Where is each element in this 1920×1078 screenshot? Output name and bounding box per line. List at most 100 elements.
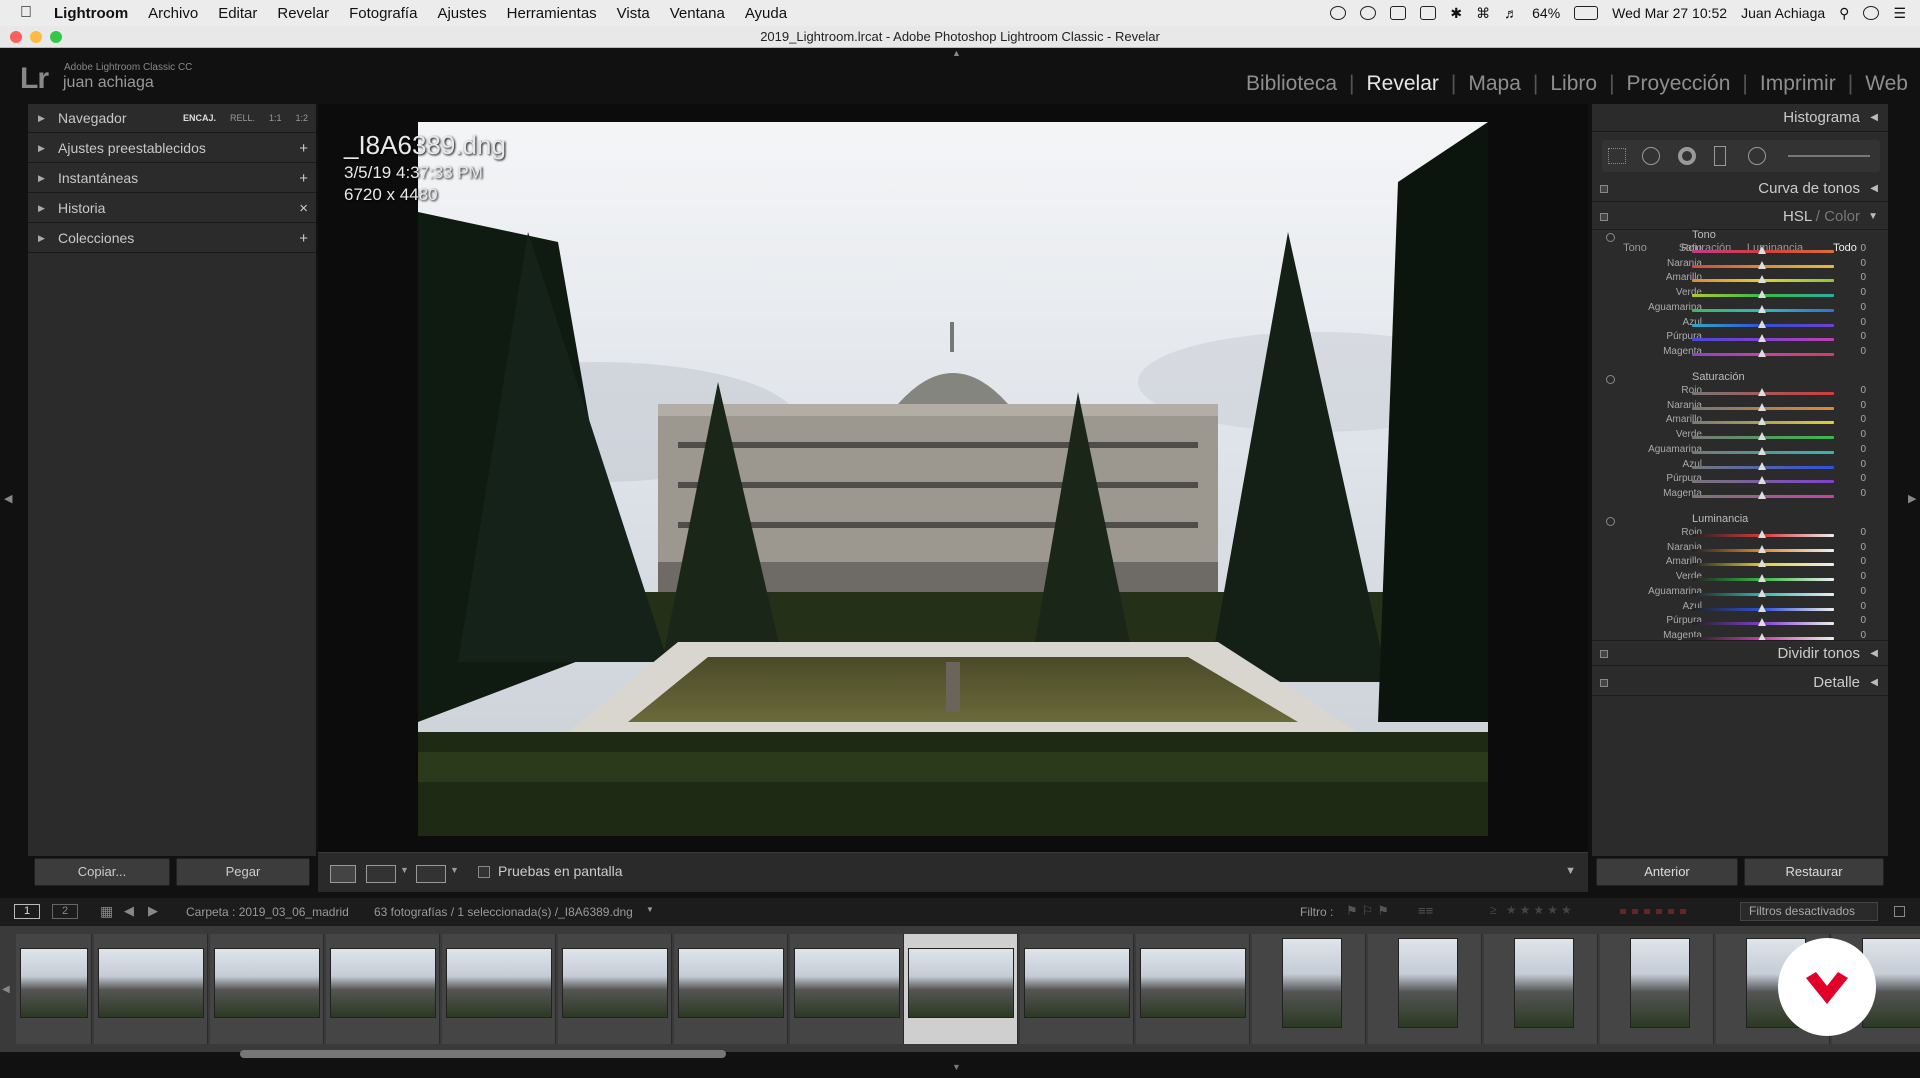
top-panel-toggle-icon[interactable]: ▲	[952, 48, 961, 58]
slider-value[interactable]: 0	[1846, 615, 1866, 626]
filmstrip-thumbnail[interactable]	[210, 934, 324, 1044]
slider-thumb[interactable]	[1758, 544, 1766, 553]
before-after-icon[interactable]	[416, 865, 446, 883]
zoom-1-2-option[interactable]: 1:2	[295, 104, 308, 133]
filmstrip-thumbnail[interactable]	[1368, 934, 1482, 1044]
hsl-color-header[interactable]: HSL / Color ▼	[1592, 204, 1888, 230]
slider-thumb[interactable]	[1758, 603, 1766, 612]
soft-proofing-checkbox[interactable]	[478, 866, 490, 878]
flag-filter-icons[interactable]: ⚑⚐⚑	[1346, 903, 1393, 919]
crop-tool-icon[interactable]	[1608, 148, 1626, 164]
zoom-fit-option[interactable]: ENCAJ.	[183, 104, 216, 133]
tone-curve-header[interactable]: Curva de tonos ◀	[1592, 176, 1888, 202]
module-libro[interactable]: Libro	[1538, 72, 1609, 96]
module-revelar[interactable]: Revelar	[1355, 72, 1451, 96]
panel-toggle-switch[interactable]	[1600, 185, 1608, 193]
filmstrip-thumbnail[interactable]	[904, 934, 1018, 1044]
slider-value[interactable]: 0	[1846, 556, 1866, 567]
slider-value[interactable]: 0	[1846, 385, 1866, 396]
filmstrip-thumbnail[interactable]	[674, 934, 788, 1044]
target-adjust-icon[interactable]	[1606, 375, 1615, 384]
spot-removal-icon[interactable]	[1642, 147, 1660, 165]
filmstrip-left-arrow-icon[interactable]: ◀	[2, 984, 10, 995]
forward-arrow-icon[interactable]: ▶	[148, 903, 158, 919]
volume-icon[interactable]: ♬	[1504, 5, 1518, 21]
filmstrip-thumbnail[interactable]	[442, 934, 556, 1044]
panel-toggle-switch[interactable]	[1600, 679, 1608, 687]
add-collection-icon[interactable]: +	[299, 224, 308, 253]
rating-filter-stars[interactable]: ≥ ★★★★★	[1490, 903, 1575, 917]
menu-lightroom[interactable]: Lightroom	[54, 5, 128, 22]
close-window-button[interactable]	[10, 31, 22, 43]
battery-percent[interactable]: 64%	[1532, 5, 1560, 21]
filmstrip-thumbnail[interactable]	[16, 934, 92, 1044]
menu-herramientas[interactable]: Herramientas	[507, 5, 597, 22]
right-panel-toggle-icon[interactable]: ▶	[1908, 492, 1916, 505]
slider-thumb[interactable]	[1758, 260, 1766, 269]
slider-value[interactable]: 0	[1846, 429, 1866, 440]
slider-value[interactable]: 0	[1846, 346, 1866, 357]
slider-value[interactable]: 0	[1846, 287, 1866, 298]
panel-toggle-switch[interactable]	[1600, 213, 1608, 221]
menu-editar[interactable]: Editar	[218, 5, 257, 22]
siri-icon[interactable]	[1863, 6, 1880, 20]
copy-settings-button[interactable]: Copiar...	[34, 858, 170, 886]
split-toning-header[interactable]: Dividir tonos ◀	[1592, 640, 1888, 666]
toolbar-menu-chevron-icon[interactable]: ▼	[1565, 865, 1576, 877]
slider-thumb[interactable]	[1758, 388, 1766, 396]
clock[interactable]: Wed Mar 27 10:52	[1612, 5, 1727, 21]
filmstrip-thumbnail[interactable]	[1252, 934, 1366, 1044]
slider-thumb[interactable]	[1758, 275, 1766, 284]
loupe-view-icon[interactable]	[330, 865, 356, 883]
paste-settings-button[interactable]: Pegar	[176, 858, 310, 886]
slider-thumb[interactable]	[1758, 334, 1766, 343]
menu-revelar[interactable]: Revelar	[277, 5, 329, 22]
photo-count[interactable]: 63 fotografías / 1 seleccionada(s) /_I8A…	[374, 905, 633, 919]
clear-history-icon[interactable]: ×	[299, 194, 308, 223]
slider-thumb[interactable]	[1758, 574, 1766, 583]
bottom-panel-toggle-icon[interactable]: ▼	[952, 1062, 961, 1072]
previous-button[interactable]: Anterior	[1596, 858, 1738, 886]
back-arrow-icon[interactable]: ◀	[124, 903, 134, 919]
slider-value[interactable]: 0	[1846, 331, 1866, 342]
chevron-down-icon[interactable]: ▼	[646, 905, 654, 914]
radial-filter-icon[interactable]	[1748, 147, 1766, 165]
filmstrip-thumbnail[interactable]	[326, 934, 440, 1044]
slider-thumb[interactable]	[1758, 402, 1766, 411]
filmstrip-thumbnail[interactable]	[1020, 934, 1134, 1044]
chevron-down-icon[interactable]: ▼	[400, 865, 409, 875]
slider-value[interactable]: 0	[1846, 302, 1866, 313]
module-web[interactable]: Web	[1853, 72, 1920, 96]
menu-ajustes[interactable]: Ajustes	[437, 5, 486, 22]
menu-ayuda[interactable]: Ayuda	[745, 5, 787, 22]
module-biblioteca[interactable]: Biblioteca	[1234, 72, 1349, 96]
creative-cloud-icon[interactable]	[1360, 6, 1377, 20]
slider-value[interactable]: 0	[1846, 272, 1866, 283]
filmstrip-thumbnail[interactable]	[1484, 934, 1598, 1044]
history-header[interactable]: ▶ Historia ×	[28, 194, 316, 223]
snapshots-header[interactable]: ▶ Instantáneas +	[28, 164, 316, 193]
edit-filter-icons[interactable]: ≡≡	[1418, 903, 1433, 918]
slider-value[interactable]: 0	[1846, 243, 1866, 254]
hsl-label[interactable]: HSL	[1783, 208, 1812, 225]
zoom-1-1-option[interactable]: 1:1	[269, 104, 282, 133]
red-eye-icon[interactable]	[1678, 147, 1696, 165]
screen-icon[interactable]	[1390, 6, 1407, 20]
source-folder[interactable]: Carpeta : 2019_03_06_madrid	[186, 905, 349, 919]
slider-thumb[interactable]	[1758, 348, 1766, 357]
apple-icon[interactable]: 	[20, 4, 42, 22]
compare-view-icon[interactable]	[366, 865, 396, 883]
bluetooth-icon[interactable]: ✱	[1450, 5, 1462, 22]
slider-value[interactable]: 0	[1846, 258, 1866, 269]
collections-header[interactable]: ▶ Colecciones +	[28, 224, 316, 253]
slider-value[interactable]: 0	[1846, 586, 1866, 597]
minimize-window-button[interactable]	[30, 31, 42, 43]
panel-toggle-switch[interactable]	[1600, 650, 1608, 658]
battery-icon[interactable]	[1574, 6, 1599, 20]
slider-thumb[interactable]	[1758, 476, 1766, 485]
filmstrip-thumbnail[interactable]	[558, 934, 672, 1044]
display-icon[interactable]	[1420, 6, 1437, 20]
filmstrip-thumbnail[interactable]	[790, 934, 904, 1044]
graduated-filter-icon[interactable]	[1714, 146, 1726, 166]
left-panel-toggle-icon[interactable]: ◀	[4, 492, 12, 505]
